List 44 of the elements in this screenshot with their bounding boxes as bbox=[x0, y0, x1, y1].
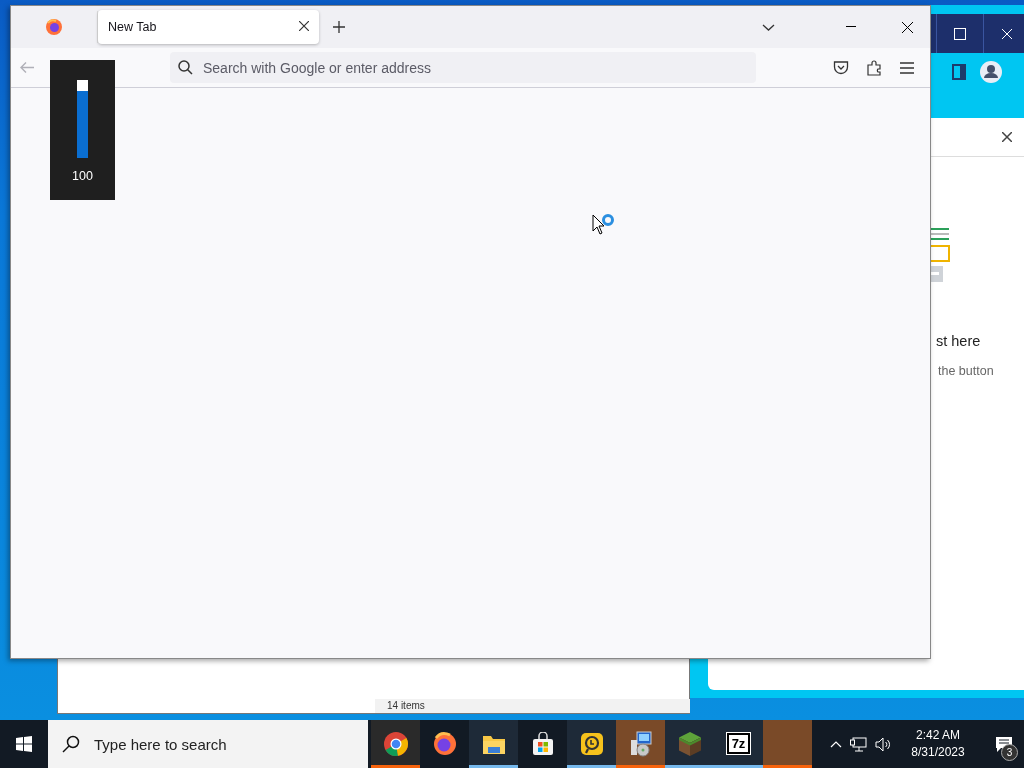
recovery-app-icon bbox=[579, 731, 604, 756]
avatar-icon[interactable] bbox=[980, 61, 1002, 83]
hint-text: the button bbox=[938, 364, 994, 378]
heading-text: st here bbox=[936, 333, 981, 349]
close-icon[interactable] bbox=[901, 21, 913, 33]
shopping-bag-icon bbox=[530, 731, 555, 756]
archiver-logo: 7z bbox=[726, 733, 751, 754]
taskbar-app-button[interactable] bbox=[665, 720, 714, 768]
taskbar-app-button[interactable]: 7z bbox=[714, 720, 763, 768]
address-bar[interactable]: Search with Google or enter address bbox=[170, 52, 756, 83]
browser-tab[interactable]: New Tab bbox=[98, 10, 319, 44]
clock[interactable]: 2:42 AM 8/31/2023 bbox=[900, 727, 976, 761]
puzzle-icon[interactable] bbox=[867, 59, 882, 76]
chevron-up-icon[interactable] bbox=[830, 740, 842, 748]
search-icon bbox=[62, 735, 80, 753]
taskbar-search-box[interactable]: Type here to search bbox=[48, 720, 368, 768]
sidebar-icon[interactable] bbox=[952, 64, 966, 80]
search-field[interactable]: Type here to search bbox=[94, 724, 354, 764]
chevron-down-icon[interactable] bbox=[761, 23, 775, 31]
firefox-icon bbox=[432, 731, 457, 756]
windows-start-icon[interactable] bbox=[16, 736, 32, 752]
taskbar-app-button[interactable] bbox=[469, 720, 518, 768]
chrome-icon bbox=[382, 730, 409, 757]
busy-cursor-icon bbox=[592, 214, 616, 236]
close-icon[interactable] bbox=[299, 21, 309, 31]
network-icon[interactable] bbox=[850, 736, 867, 752]
browser-logo-icon bbox=[46, 19, 62, 35]
taskbar-app-button[interactable] bbox=[371, 720, 420, 768]
address-field[interactable]: Search with Google or enter address bbox=[203, 53, 703, 82]
volume-reading: 100 bbox=[72, 169, 93, 183]
taskbar-app-button[interactable] bbox=[567, 720, 616, 768]
minimize-icon[interactable] bbox=[846, 26, 856, 28]
pocket-icon[interactable] bbox=[833, 60, 849, 75]
maximize-icon[interactable] bbox=[954, 27, 966, 40]
close-icon[interactable] bbox=[1002, 132, 1012, 142]
installer-icon bbox=[628, 730, 653, 757]
menu-icon[interactable] bbox=[900, 61, 914, 74]
time-text: 2:42 AM bbox=[916, 727, 960, 744]
date-text: 8/31/2023 bbox=[911, 744, 965, 761]
status-text: 14 items bbox=[387, 700, 425, 711]
grass-block-icon bbox=[677, 730, 702, 757]
speaker-icon[interactable] bbox=[875, 736, 892, 752]
search-icon bbox=[178, 60, 193, 75]
new-tab-icon[interactable] bbox=[333, 21, 345, 33]
